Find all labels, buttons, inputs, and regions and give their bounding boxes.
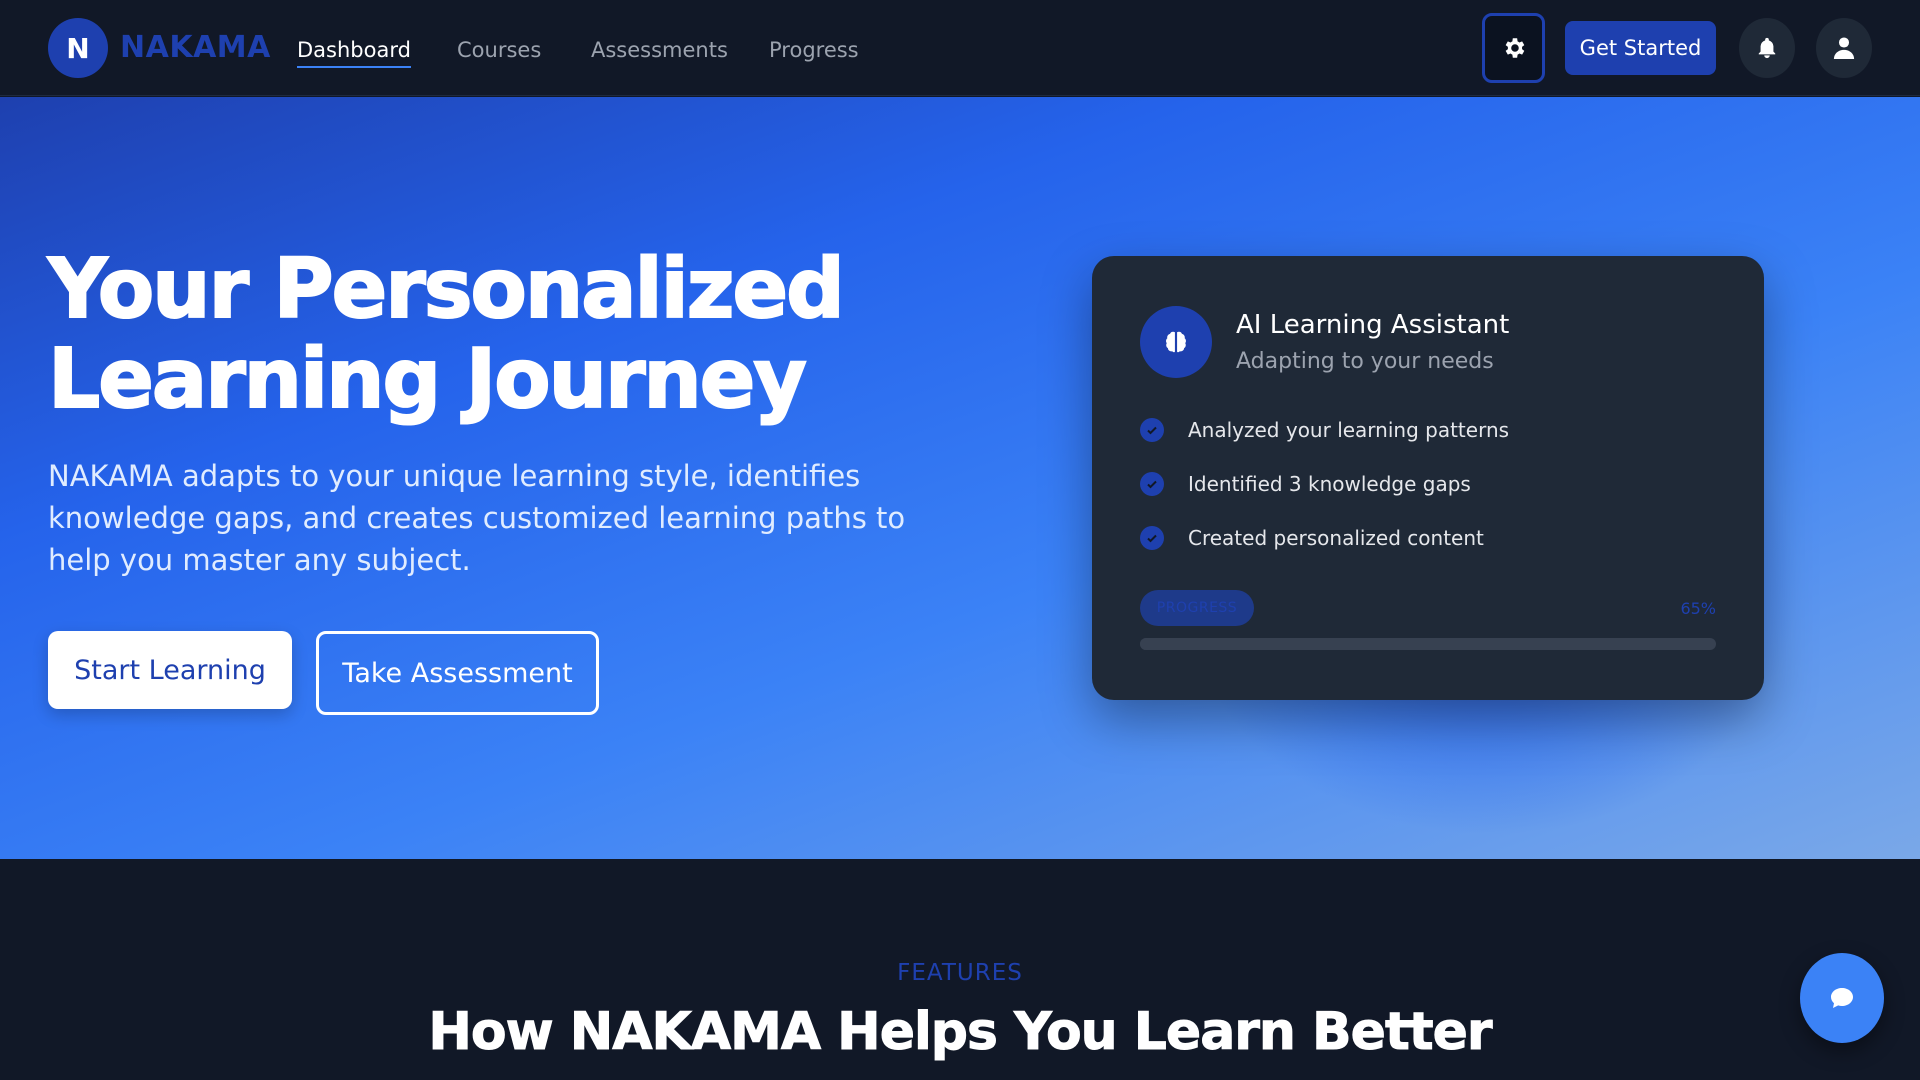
progress-label: PROGRESS <box>1140 590 1254 626</box>
take-assessment-button[interactable]: Take Assessment <box>316 631 599 715</box>
progress-bar-fill <box>1140 638 1515 650</box>
check-icon <box>1140 472 1164 496</box>
nav-link-dashboard[interactable]: Dashboard <box>297 38 411 68</box>
features-title: How NAKAMA Helps You Learn Better <box>428 1002 1493 1063</box>
checklist-item-label: Identified 3 knowledge gaps <box>1188 472 1471 496</box>
chat-button[interactable] <box>1800 953 1884 1043</box>
nav-link-progress[interactable]: Progress <box>769 38 859 62</box>
start-learning-button[interactable]: Start Learning <box>48 631 292 709</box>
checklist-item: Analyzed your learning patterns <box>1140 418 1509 442</box>
bell-icon <box>1758 37 1776 59</box>
progress-percent: 65% <box>1680 599 1716 618</box>
hero-section: Your Personalized Learning Journey NAKAM… <box>0 97 1920 859</box>
checklist-item: Identified 3 knowledge gaps <box>1140 472 1471 496</box>
gear-icon <box>1505 38 1524 58</box>
checklist-item-label: Created personalized content <box>1188 526 1484 550</box>
check-icon <box>1140 418 1164 442</box>
ai-avatar <box>1140 306 1212 378</box>
checklist-item-label: Analyzed your learning patterns <box>1188 418 1510 442</box>
get-started-button[interactable]: Get Started <box>1565 21 1716 75</box>
brand-name[interactable]: NAKAMA <box>120 30 271 65</box>
nav-link-assessments[interactable]: Assessments <box>591 38 728 62</box>
checklist-item: Created personalized content <box>1140 526 1484 550</box>
user-icon <box>1833 37 1855 59</box>
hero-title-line-1: Your Personalized <box>47 242 846 337</box>
features-eyebrow: FEATURES <box>897 960 1023 986</box>
nav-link-courses[interactable]: Courses <box>457 38 541 62</box>
logo-badge[interactable]: N <box>48 18 108 78</box>
ai-assistant-card: AI Learning Assistant Adapting to your n… <box>1092 256 1764 700</box>
notifications-button[interactable] <box>1739 18 1795 78</box>
profile-button[interactable] <box>1816 18 1872 78</box>
check-icon <box>1140 526 1164 550</box>
brain-icon <box>1166 331 1186 353</box>
hero-subtitle: NAKAMA adapts to your unique learning st… <box>48 459 906 577</box>
top-navbar: N NAKAMA Dashboard Courses Assessments P… <box>0 0 1920 96</box>
settings-button[interactable] <box>1482 13 1545 83</box>
ai-card-title: AI Learning Assistant <box>1236 310 1510 340</box>
ai-card-subtitle: Adapting to your needs <box>1236 349 1494 374</box>
hero-title-line-2: Learning Journey <box>47 332 808 427</box>
chat-bubble-icon <box>1831 988 1853 1008</box>
hero-title: Your Personalized Learning Journey <box>47 242 846 427</box>
progress-bar <box>1140 638 1716 650</box>
